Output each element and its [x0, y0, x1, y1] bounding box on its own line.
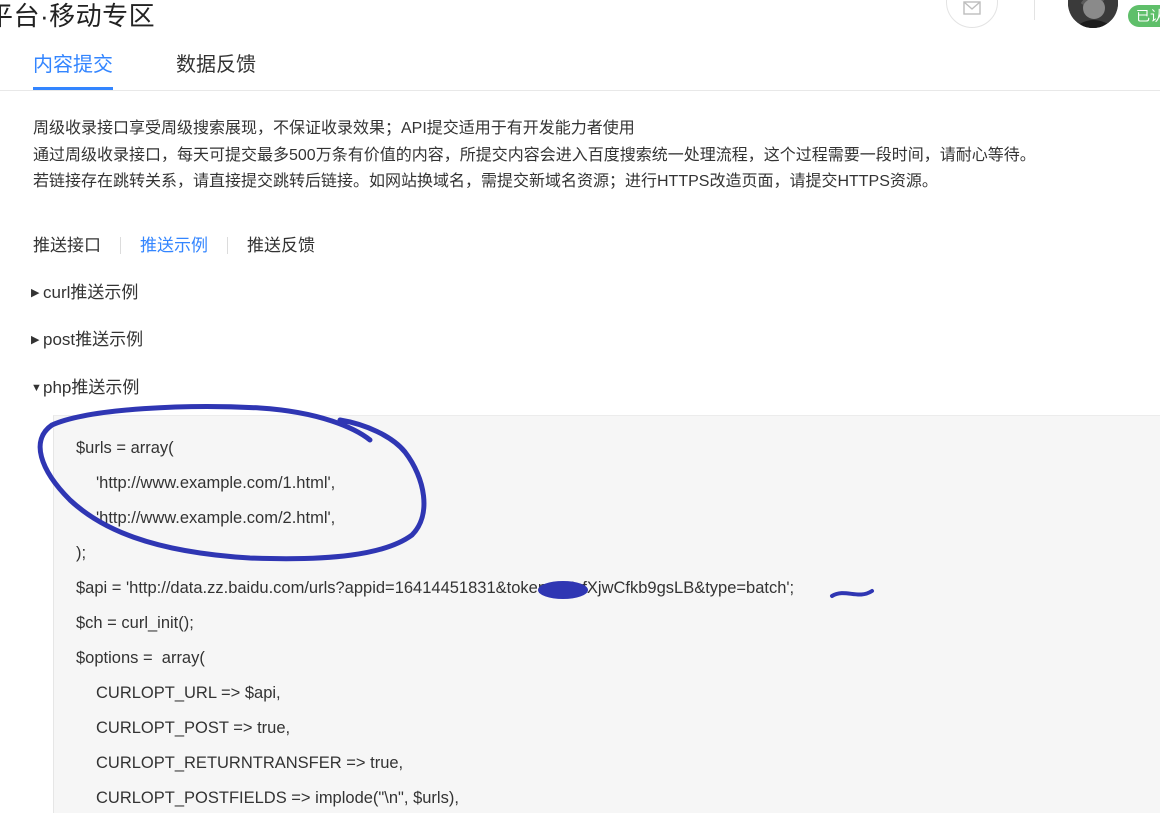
subtab-push-api[interactable]: 推送接口 [33, 233, 101, 259]
code-line: $ch = curl_init(); [76, 614, 194, 632]
envelope-icon [963, 1, 981, 15]
subtab-divider [120, 237, 121, 254]
section-php-example[interactable]: ▼php推送示例 [31, 376, 139, 400]
push-subtabs: 推送接口 推送示例 推送反馈 [33, 233, 315, 259]
caret-right-icon: ▶ [31, 334, 40, 346]
subtab-divider [227, 237, 228, 254]
code-line: CURLOPT_URL => $api, [96, 684, 281, 702]
caret-down-icon: ▼ [31, 382, 42, 394]
subtab-push-feedback[interactable]: 推送反馈 [247, 233, 315, 259]
section-curl-example[interactable]: ▶ curl推送示例 [31, 281, 138, 305]
section-post-example[interactable]: ▶ post推送示例 [31, 328, 143, 352]
description-line: 周级收录接口享受周级搜索展现，不保证收录效果；API提交适用于有开发能力者使用 [33, 120, 635, 137]
tab-label: 数据反馈 [176, 54, 256, 76]
description-line: 通过周级收录接口，每天可提交最多500万条有价值的内容，所提交内容会进入百度搜索… [33, 146, 1036, 164]
tab-data-feedback[interactable]: 数据反馈 [176, 52, 256, 88]
code-line: $urls = array( [76, 439, 174, 457]
description: 周级收录接口享受周级搜索展现，不保证收录效果；API提交适用于有开发能力者使用 … [33, 116, 1036, 196]
section-label: curl推送示例 [43, 283, 139, 302]
user-avatar[interactable] [1068, 0, 1118, 28]
top-header: 平台·移动专区 已认 [0, 0, 1160, 52]
description-line: 若链接存在跳转关系，请直接提交跳转后链接。如网站换域名，需提交新域名资源；进行H… [33, 173, 938, 190]
code-line: 'http://www.example.com/1.html', [96, 474, 336, 492]
message-button[interactable] [946, 0, 998, 28]
code-line: 'http://www.example.com/2.html', [96, 509, 336, 527]
section-label: php推送示例 [43, 378, 140, 397]
php-code-block: $urls = array( 'http://www.example.com/1… [53, 415, 1160, 813]
verified-badge: 已认 [1128, 5, 1160, 27]
code-lines: $urls = array( 'http://www.example.com/1… [76, 431, 794, 813]
main-tabs: 内容提交 数据反馈 [0, 52, 1160, 91]
caret-right-icon: ▶ [31, 287, 40, 299]
subtab-push-example[interactable]: 推送示例 [140, 233, 208, 259]
code-line: ); [76, 544, 87, 562]
header-divider [1034, 0, 1035, 20]
code-line: CURLOPT_POSTFIELDS => implode("\n", $url… [96, 789, 459, 807]
tab-label: 内容提交 [33, 54, 113, 76]
site-title: 平台·移动专区 [0, 1, 156, 31]
active-tab-indicator [33, 87, 113, 90]
code-line: $api = 'http://data.zz.baidu.com/urls?ap… [76, 579, 795, 597]
code-line: CURLOPT_RETURNTRANSFER => true, [96, 754, 404, 772]
section-label: post推送示例 [43, 330, 144, 349]
code-line: $options = array( [76, 649, 205, 667]
code-line: CURLOPT_POST => true, [96, 719, 291, 737]
tab-content-submit[interactable]: 内容提交 [33, 52, 113, 90]
